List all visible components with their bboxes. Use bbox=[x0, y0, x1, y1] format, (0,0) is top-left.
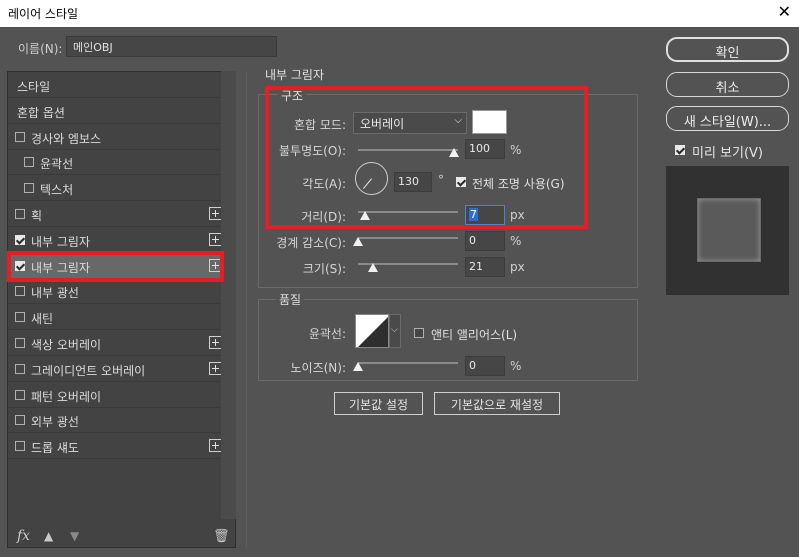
ok-button[interactable]: 확인 bbox=[666, 37, 789, 62]
list-item-label: 드롭 섀도 bbox=[31, 441, 79, 456]
preview-thumbnail bbox=[697, 198, 761, 262]
list-item[interactable]: 새틴 bbox=[8, 305, 228, 331]
list-item-checkbox[interactable] bbox=[15, 312, 25, 323]
list-item-checkbox[interactable] bbox=[15, 415, 25, 426]
close-icon[interactable]: ✕ bbox=[778, 2, 791, 21]
list-item-label: 획 bbox=[31, 209, 43, 223]
list-item-checkbox[interactable] bbox=[15, 363, 25, 374]
cancel-button[interactable]: 취소 bbox=[666, 72, 789, 97]
list-item-checkbox[interactable] bbox=[15, 389, 25, 400]
contour-dropdown[interactable]: ⌵ bbox=[389, 314, 401, 348]
preview-checkbox[interactable] bbox=[675, 145, 685, 155]
contour-label: 윤곽선: bbox=[308, 327, 346, 341]
noise-label: 노이즈(N): bbox=[290, 361, 346, 375]
move-up-icon[interactable]: ▲ bbox=[44, 529, 53, 543]
highlight-box-list bbox=[7, 251, 224, 282]
list-item-checkbox[interactable] bbox=[24, 183, 34, 194]
reset-default-button[interactable]: 기본값으로 재설정 bbox=[434, 392, 560, 415]
list-item[interactable]: 외부 광선 bbox=[8, 408, 228, 434]
size-unit: px bbox=[510, 260, 525, 274]
list-item[interactable]: 드롭 섀도 bbox=[8, 434, 228, 460]
list-item-label: 경사와 엠보스 bbox=[31, 131, 102, 146]
list-item[interactable]: 스타일 bbox=[8, 73, 228, 98]
layer-name-input[interactable]: 메인OBJ bbox=[66, 36, 277, 57]
list-item[interactable]: 획 bbox=[8, 202, 228, 227]
list-item-label: 색상 오버레이 bbox=[31, 338, 102, 352]
list-item[interactable]: 경사와 엠보스 bbox=[8, 125, 228, 150]
preview-label: 미리 보기(V) bbox=[692, 146, 764, 161]
choke-label: 경계 감소(C): bbox=[276, 236, 346, 250]
title-bar: 레이어 스타일 ✕ bbox=[0, 0, 799, 27]
list-item-label: 내부 광선 bbox=[31, 286, 79, 301]
list-item-checkbox[interactable] bbox=[24, 157, 34, 168]
preview-area bbox=[666, 166, 789, 295]
list-item-checkbox[interactable] bbox=[15, 209, 25, 219]
list-item-label: 내부 그림자 bbox=[31, 234, 91, 249]
noise-input[interactable]: 0 bbox=[465, 356, 505, 376]
list-item[interactable]: 색상 오버레이 bbox=[8, 331, 228, 356]
make-default-button[interactable]: 기본값 설정 bbox=[334, 392, 423, 415]
list-item-label: 스타일 bbox=[17, 80, 51, 94]
window-title: 레이어 스타일 bbox=[8, 7, 79, 21]
list-item-checkbox[interactable] bbox=[15, 286, 25, 297]
list-item-label: 텍스처 bbox=[40, 183, 74, 198]
size-label: 크기(S): bbox=[302, 262, 346, 276]
antialias-checkbox[interactable] bbox=[414, 328, 424, 338]
list-item[interactable]: 내부 그림자 bbox=[8, 228, 228, 253]
noise-unit: % bbox=[510, 359, 522, 373]
noise-slider-thumb[interactable] bbox=[353, 362, 363, 371]
fx-icon[interactable]: fx bbox=[17, 528, 30, 544]
list-item-label: 윤곽선 bbox=[40, 157, 74, 172]
noise-slider-track[interactable] bbox=[358, 362, 458, 364]
list-item[interactable]: 텍스처 bbox=[8, 176, 228, 202]
list-item[interactable]: 혼합 옵션 bbox=[8, 99, 228, 124]
size-input[interactable]: 21 bbox=[465, 257, 505, 277]
list-item-checkbox[interactable] bbox=[15, 338, 25, 348]
list-item-label: 외부 광선 bbox=[31, 415, 79, 430]
styles-list-scrollbar[interactable] bbox=[221, 71, 236, 519]
trash-icon[interactable]: 🗑 bbox=[213, 529, 230, 544]
chevron-down-icon: ⌵ bbox=[391, 325, 398, 335]
list-item[interactable]: 패턴 오버레이 bbox=[8, 383, 228, 408]
contour-preview[interactable] bbox=[355, 314, 389, 348]
highlight-box-structure bbox=[265, 86, 588, 229]
quality-title: 품질 bbox=[276, 291, 305, 308]
list-item[interactable]: 내부 광선 bbox=[8, 279, 228, 305]
contour-curve-icon bbox=[356, 315, 388, 347]
choke-input[interactable]: 0 bbox=[465, 231, 505, 251]
list-item[interactable]: 그레이디언트 오버레이 bbox=[8, 357, 228, 382]
styles-list-panel: 스타일 혼합 옵션 경사와 엠보스 윤곽선 텍스처 획 내부 그림자 내부 그림자 내부 광선 새… bbox=[7, 71, 236, 548]
list-item-checkbox[interactable] bbox=[15, 234, 25, 245]
move-down-icon[interactable]: ▼ bbox=[70, 529, 79, 543]
list-item-label: 혼합 옵션 bbox=[17, 105, 65, 120]
antialias-label: 앤티 앨리어스(L) bbox=[431, 328, 518, 342]
choke-unit: % bbox=[510, 234, 522, 248]
choke-slider-track[interactable] bbox=[358, 237, 458, 239]
size-slider-thumb[interactable] bbox=[368, 263, 378, 272]
name-label: 이름(N): bbox=[18, 42, 63, 56]
inner-shadow-title: 내부 그림자 bbox=[265, 68, 325, 82]
list-item-label: 새틴 bbox=[31, 312, 54, 327]
list-item-checkbox[interactable] bbox=[15, 441, 25, 452]
list-item[interactable]: 윤곽선 bbox=[8, 150, 228, 176]
new-style-button[interactable]: 새 스타일(W)... bbox=[666, 106, 789, 131]
list-item-label: 패턴 오버레이 bbox=[31, 389, 102, 404]
choke-slider-thumb[interactable] bbox=[353, 237, 363, 246]
list-item-label: 그레이디언트 오버레이 bbox=[31, 363, 146, 378]
list-item-checkbox[interactable] bbox=[15, 131, 25, 142]
